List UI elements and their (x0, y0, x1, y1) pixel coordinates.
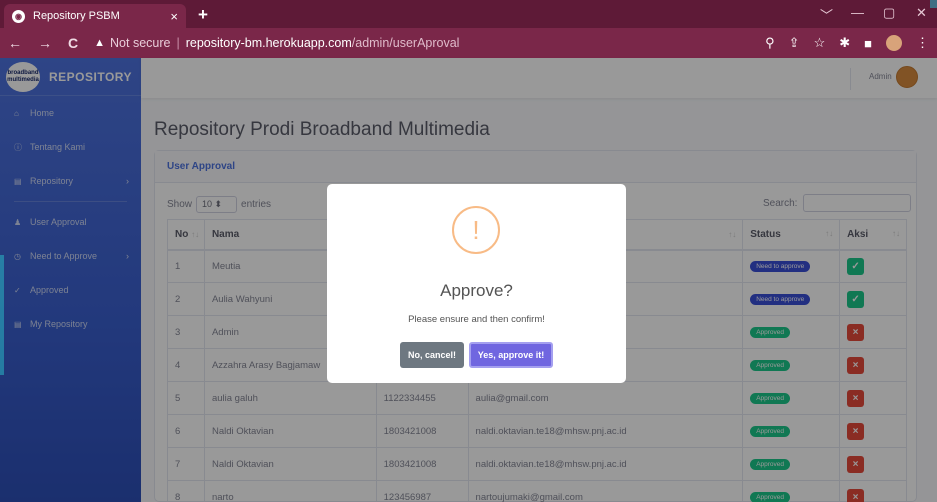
bookmark-star-icon[interactable]: ☆ (814, 35, 826, 51)
zoom-icon[interactable]: ⚲ (765, 35, 775, 51)
dialog-message: Please ensure and then confirm! (408, 314, 545, 325)
decorative-stroke (0, 255, 4, 375)
url-host: repository-bm.herokuapp.com (185, 36, 352, 50)
cancel-button[interactable]: No, cancel! (400, 342, 464, 368)
decorative-stroke (930, 0, 937, 8)
warning-icon: ▲ (94, 37, 106, 49)
tab-title: Repository PSBM (33, 10, 120, 22)
forward-button[interactable]: → (38, 35, 52, 51)
url-path: /admin/userAproval (351, 36, 460, 50)
tab-close-icon[interactable]: × (170, 9, 178, 24)
not-secure-label: Not secure (110, 36, 171, 50)
profile-avatar-icon[interactable] (886, 35, 902, 51)
url-separator: | (176, 36, 180, 50)
browser-tab-bar: ◉ Repository PSBM × + ﹀ — ▢ ✕ (0, 0, 937, 28)
minimize-button[interactable]: — (851, 5, 864, 20)
maximize-button[interactable]: ▢ (883, 5, 895, 21)
close-window-button[interactable]: ✕ (916, 5, 927, 21)
sidepanel-icon[interactable]: ■ (864, 36, 872, 51)
menu-kebab-icon[interactable]: ⋮ (916, 35, 929, 51)
browser-tab[interactable]: ◉ Repository PSBM × (4, 4, 186, 28)
favicon-icon: ◉ (12, 9, 25, 23)
approve-dialog: ! Approve? Please ensure and then confir… (327, 184, 626, 383)
dialog-title: Approve? (440, 281, 513, 300)
extensions-icon[interactable]: ✱ (839, 35, 850, 51)
reload-button[interactable]: C (68, 35, 78, 51)
url-field[interactable]: ▲ Not secure | repository-bm.herokuapp.c… (94, 36, 459, 50)
back-button[interactable]: ← (8, 35, 22, 51)
browser-toolbar-icons: ⚲ ⇪ ☆ ✱ ■ ⋮ (765, 35, 929, 51)
new-tab-button[interactable]: + (198, 5, 208, 25)
dialog-actions: No, cancel! Yes, approve it! (327, 342, 626, 368)
tab-search-icon[interactable]: ﹀ (820, 5, 833, 24)
address-bar: ← → C ▲ Not secure | repository-bm.herok… (0, 28, 937, 58)
share-icon[interactable]: ⇪ (789, 35, 800, 51)
confirm-approve-button[interactable]: Yes, approve it! (469, 342, 553, 368)
warning-icon: ! (452, 206, 500, 254)
